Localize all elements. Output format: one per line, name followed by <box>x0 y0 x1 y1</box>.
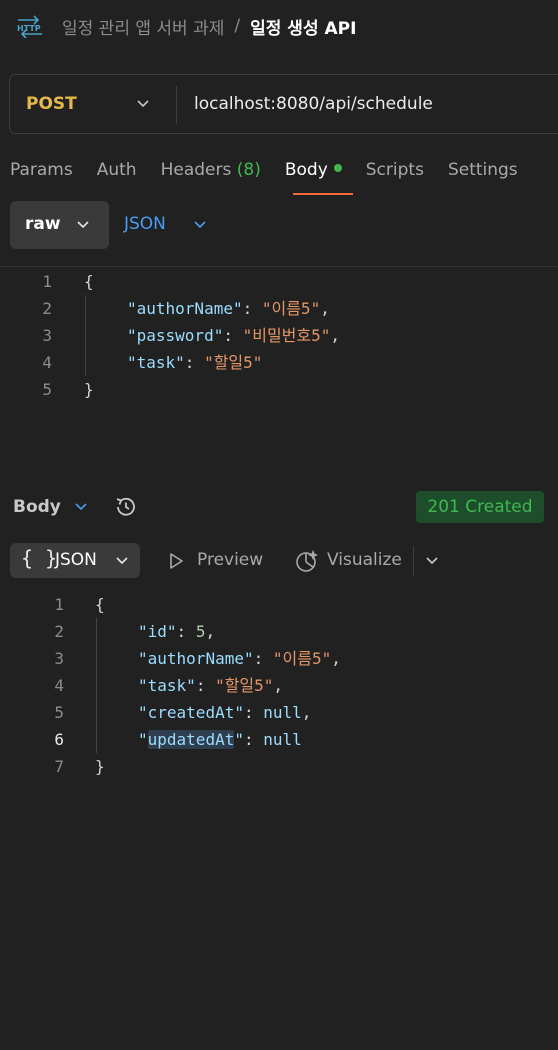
preview-button[interactable]: Preview <box>197 550 263 570</box>
code-brace: { <box>95 595 105 614</box>
line-number: 7 <box>54 757 64 776</box>
body-format-select[interactable]: JSON <box>124 214 166 234</box>
play-icon[interactable] <box>166 551 186 571</box>
breadcrumb: 일정 관리 앱 서버 과제 / 일정 생성 API <box>62 14 356 39</box>
code-brace: } <box>95 757 105 776</box>
line-number: 2 <box>54 622 64 641</box>
tab-params[interactable]: Params <box>10 160 73 180</box>
line-number: 6 <box>54 730 64 749</box>
code-brace: } <box>84 380 94 399</box>
code-line: "createdAt": null, <box>138 703 312 722</box>
json-value: "할일5" <box>215 676 274 695</box>
json-key: "password" <box>127 326 224 345</box>
line-number: 5 <box>54 703 64 722</box>
active-tab-indicator <box>293 193 353 195</box>
json-key: createdAt <box>147 703 235 722</box>
code-line: "task": "할일5" <box>127 353 263 372</box>
line-number: 1 <box>54 595 64 614</box>
json-value: "이름5" <box>272 649 332 668</box>
json-value: null <box>263 730 302 749</box>
json-key: "task" <box>127 353 185 372</box>
tab-headers[interactable]: Headers (8) <box>161 160 261 180</box>
line-number: 1 <box>42 272 52 291</box>
tab-body-label: Body <box>284 160 328 180</box>
line-number: 4 <box>54 676 64 695</box>
code-line: "updatedAt": null <box>138 730 302 749</box>
json-value: "이름5" <box>261 299 321 318</box>
line-number: 2 <box>42 299 52 318</box>
json-value: 5 <box>195 622 206 641</box>
method-select[interactable]: POST <box>26 94 77 114</box>
json-value: "비밀번호5" <box>242 326 331 345</box>
visualize-icon[interactable] <box>294 548 320 574</box>
json-key: task <box>147 676 187 695</box>
tab-auth[interactable]: Auth <box>97 160 137 180</box>
divider <box>413 546 414 576</box>
indent-guide <box>96 618 97 753</box>
url-input[interactable]: localhost:8080/api/schedule <box>194 94 433 114</box>
chevron-down-icon[interactable] <box>192 217 208 233</box>
tab-headers-count: (8) <box>236 160 261 180</box>
chevron-down-icon[interactable] <box>424 553 440 569</box>
status-badge[interactable]: 201 Created <box>416 491 544 523</box>
code-line: "password": "비밀번호5", <box>127 326 341 345</box>
code-line: "id": 5, <box>138 622 216 641</box>
response-format-label[interactable]: JSON <box>55 550 97 570</box>
body-type-label[interactable]: raw <box>25 214 61 234</box>
tab-headers-label: Headers <box>160 160 232 180</box>
tab-scripts[interactable]: Scripts <box>366 160 424 180</box>
breadcrumb-separator: / <box>234 16 241 36</box>
json-key: "authorName" <box>127 299 243 318</box>
visualize-button[interactable]: Visualize <box>327 550 402 570</box>
json-key: authorName <box>147 649 244 668</box>
chevron-down-icon[interactable] <box>114 553 130 569</box>
code-brace: { <box>84 272 94 291</box>
request-body-editor[interactable]: 1 2 3 4 5 { "authorName": "이름5", "passwo… <box>0 268 558 408</box>
divider <box>0 266 558 267</box>
response-body-label[interactable]: Body <box>13 497 61 517</box>
code-line: "task": "할일5", <box>138 676 284 695</box>
line-number: 4 <box>42 353 52 372</box>
chevron-down-icon[interactable] <box>75 217 91 233</box>
json-key: id <box>147 622 167 641</box>
divider <box>176 86 177 124</box>
tab-body[interactable]: Body <box>285 160 342 180</box>
request-title[interactable]: 일정 생성 API <box>250 14 356 39</box>
indent-guide <box>85 295 86 376</box>
chevron-down-icon[interactable] <box>135 96 151 112</box>
braces-icon: { } <box>21 546 58 570</box>
line-number: 3 <box>54 649 64 668</box>
line-number: 5 <box>42 380 52 399</box>
response-body-viewer[interactable]: 1 2 3 4 5 6 7 { "id": 5, "authorName": "… <box>0 591 558 781</box>
json-key: updatedAt <box>147 730 235 749</box>
history-icon[interactable] <box>113 494 139 520</box>
json-value: null <box>263 703 302 722</box>
chevron-down-icon[interactable] <box>73 499 89 515</box>
tab-settings[interactable]: Settings <box>448 160 518 180</box>
json-value: "할일5" <box>204 353 263 372</box>
http-icon: HTTP <box>17 15 42 38</box>
body-indicator-dot <box>333 164 342 172</box>
breadcrumb-collection[interactable]: 일정 관리 앱 서버 과제 <box>62 14 224 39</box>
svg-text:HTTP: HTTP <box>17 24 41 33</box>
line-number: 3 <box>42 326 52 345</box>
code-line: "authorName": "이름5", <box>127 299 330 318</box>
code-line: "authorName": "이름5", <box>138 649 341 668</box>
request-tabs: Params Auth Headers (8) Body Scripts Set… <box>10 160 542 180</box>
